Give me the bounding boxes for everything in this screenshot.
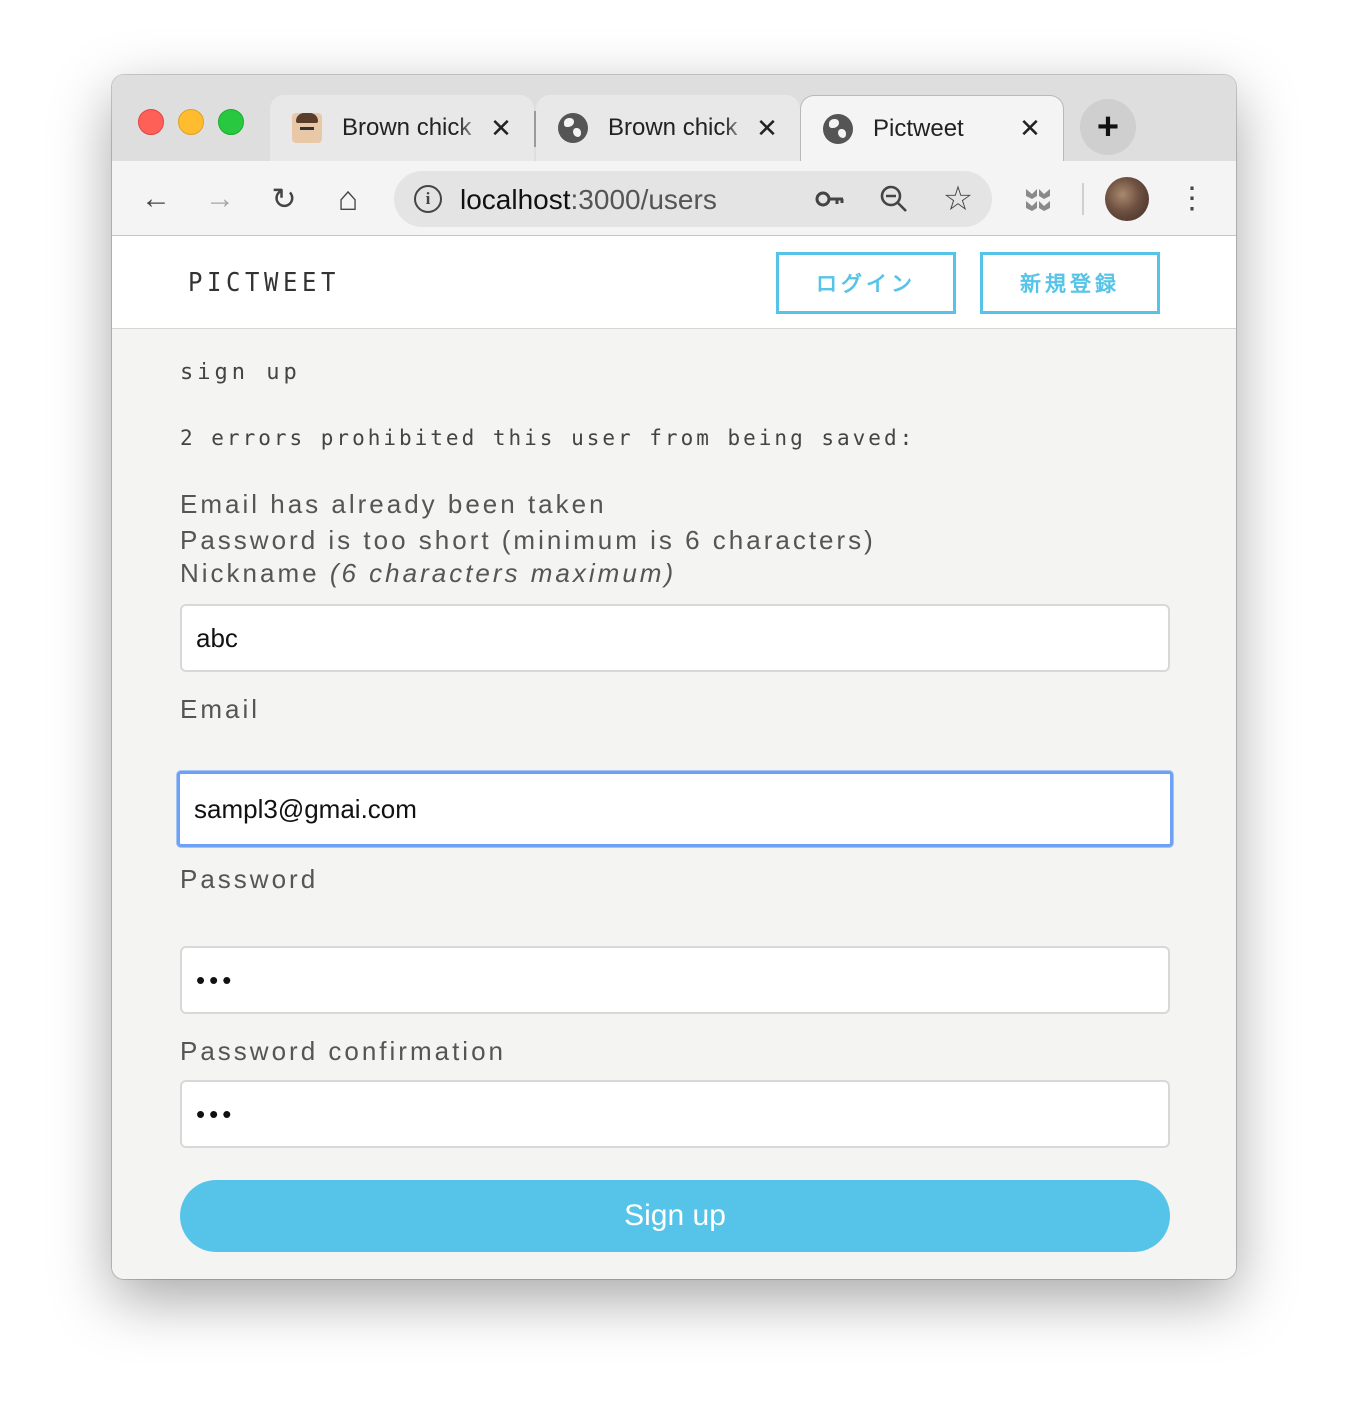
tab-title: Brown chick <box>608 114 738 141</box>
email-input[interactable] <box>177 771 1173 847</box>
address-bar[interactable]: i localhost:3000/users ☆ <box>394 171 992 227</box>
tab-3-active[interactable]: Pictweet ✕ <box>800 95 1064 161</box>
extension-icon[interactable] <box>1016 177 1060 221</box>
tab-title: Brown chick <box>342 114 472 141</box>
error-heading: 2 errors prohibited this user from being… <box>180 426 916 450</box>
tab-title: Pictweet <box>873 114 964 142</box>
login-button[interactable]: ログイン <box>776 252 956 314</box>
password-confirmation-label: Password confirmation <box>180 1036 506 1066</box>
url-text[interactable]: localhost:3000/users <box>460 184 717 216</box>
tab-2[interactable]: Brown chick ✕ <box>536 95 800 161</box>
close-window-button[interactable] <box>138 109 164 135</box>
password-label: Password <box>180 864 319 894</box>
browser-window: Brown chick ✕ Brown chick ✕ Pictweet ✕ +… <box>112 75 1236 1279</box>
zoom-out-icon[interactable] <box>876 181 912 217</box>
email-label: Email <box>180 694 261 724</box>
menu-icon[interactable]: ⋮ <box>1174 177 1210 221</box>
nickname-label: Nickname (6 characters maximum) <box>180 558 676 589</box>
globe-favicon-icon <box>558 113 588 143</box>
tab-strip: Brown chick ✕ Brown chick ✕ Pictweet ✕ + <box>112 75 1236 161</box>
password-input[interactable] <box>180 946 1170 1014</box>
home-icon[interactable]: ⌂ <box>326 177 370 221</box>
close-icon[interactable]: ✕ <box>1015 113 1045 144</box>
tab-1[interactable]: Brown chick ✕ <box>270 95 534 161</box>
error-message: Email has already been taken <box>180 489 607 519</box>
bookmark-star-icon[interactable]: ☆ <box>940 180 976 218</box>
nickname-hint: (6 characters maximum) <box>329 558 677 588</box>
forward-icon[interactable]: → <box>198 177 242 221</box>
site-header: Pictweet ログイン 新規登録 <box>112 236 1236 329</box>
face-favicon-icon <box>292 113 322 143</box>
site-logo[interactable]: Pictweet <box>188 268 340 298</box>
close-icon[interactable]: ✕ <box>752 113 782 144</box>
sign-up-button[interactable]: Sign up <box>180 1180 1170 1252</box>
new-tab-button[interactable]: + <box>1080 99 1136 155</box>
close-icon[interactable]: ✕ <box>486 113 516 144</box>
browser-toolbar: ← → ↻ ⌂ i localhost:3000/users ☆ ⋮ <box>112 161 1236 236</box>
nickname-input[interactable] <box>180 604 1170 672</box>
zoom-window-button[interactable] <box>218 109 244 135</box>
page-content: Pictweet ログイン 新規登録 sign up 2 errors proh… <box>112 236 1236 1279</box>
url-path: :3000/users <box>570 184 717 215</box>
error-message: Password is too short (minimum is 6 char… <box>180 525 876 555</box>
minimize-window-button[interactable] <box>178 109 204 135</box>
toolbar-divider <box>1082 183 1084 215</box>
profile-avatar[interactable] <box>1105 177 1149 221</box>
info-icon[interactable]: i <box>414 185 442 213</box>
reload-icon[interactable]: ↻ <box>262 177 306 221</box>
globe-favicon-icon <box>823 113 853 144</box>
key-icon[interactable] <box>812 181 848 217</box>
nickname-label-text: Nickname <box>180 558 320 588</box>
back-icon[interactable]: ← <box>134 177 178 221</box>
password-confirmation-input[interactable] <box>180 1080 1170 1148</box>
error-list: Email has already been taken Password is… <box>180 486 876 558</box>
page-title: sign up <box>180 360 301 385</box>
signup-nav-button[interactable]: 新規登録 <box>980 252 1160 314</box>
url-host: localhost <box>460 184 571 215</box>
